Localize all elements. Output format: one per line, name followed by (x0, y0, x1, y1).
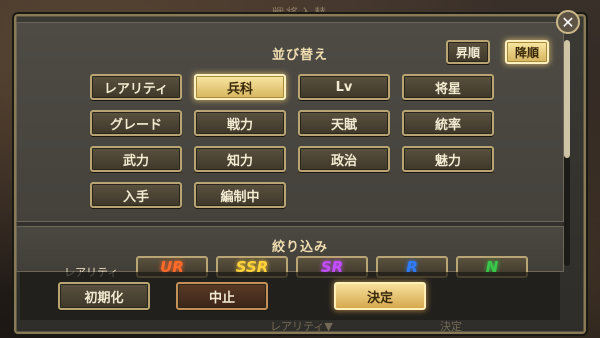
sort-option-unit-type[interactable]: 兵科 (194, 74, 286, 100)
ascending-button[interactable]: 昇順 (446, 40, 490, 64)
sort-option-talent[interactable]: 天賦 (298, 110, 390, 136)
filter-section-title: 絞り込み (271, 240, 328, 255)
sort-option-power[interactable]: 戦力 (194, 110, 286, 136)
sort-option-strength[interactable]: 武力 (90, 146, 182, 172)
scrollbar-thumb[interactable] (564, 40, 570, 158)
underlying-rarity-tab: レアリティ▼ (270, 320, 333, 333)
descending-button[interactable]: 降順 (505, 40, 549, 64)
sort-option-level[interactable]: Lv (298, 74, 390, 100)
sort-option-star[interactable]: 将星 (402, 74, 494, 100)
reset-button[interactable]: 初期化 (58, 282, 150, 310)
confirm-button[interactable]: 決定 (334, 282, 426, 310)
sort-option-in-formation[interactable]: 編制中 (194, 182, 286, 208)
underlying-confirm-label: 決定 (440, 320, 462, 333)
cancel-button[interactable]: 中止 (176, 282, 268, 310)
sort-option-intelligence[interactable]: 知力 (194, 146, 286, 172)
sort-option-acquired[interactable]: 入手 (90, 182, 182, 208)
scrollbar[interactable] (564, 40, 570, 266)
sort-option-charm[interactable]: 魅力 (402, 146, 494, 172)
sort-option-leadership[interactable]: 統率 (402, 110, 494, 136)
sort-option-grade[interactable]: グレード (90, 110, 182, 136)
sort-option-politics[interactable]: 政治 (298, 146, 390, 172)
sort-option-rarity[interactable]: レアリティ (90, 74, 182, 100)
sort-section-title: 並び替え (271, 48, 328, 63)
close-icon[interactable]: ✕ (556, 10, 580, 34)
